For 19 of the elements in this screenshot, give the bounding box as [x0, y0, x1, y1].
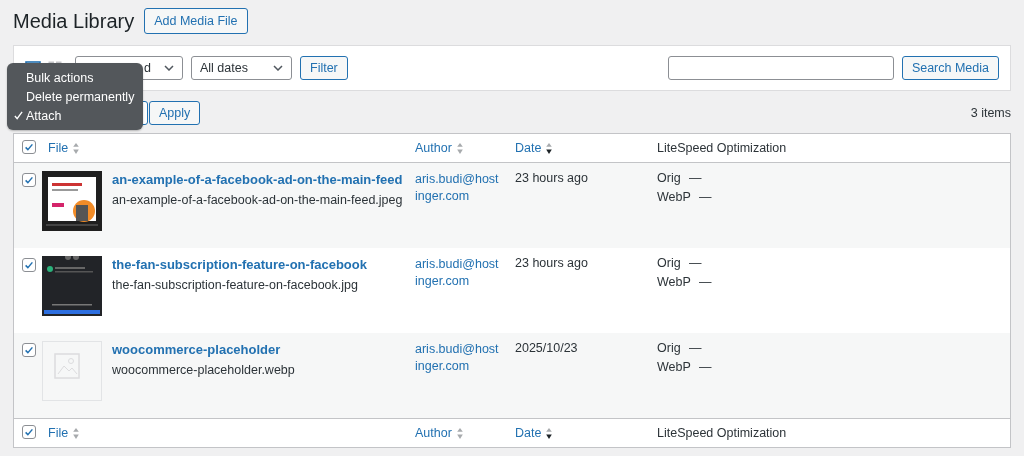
optimization-status: WebP —	[657, 275, 712, 289]
file-name: an-example-of-a-facebook-ad-on-the-main-feed.jpeg	[112, 193, 403, 207]
date-text: 23 hours ago	[515, 171, 588, 185]
optimization-status: Orig —	[657, 341, 702, 355]
menu-item-label: Delete permanently	[26, 89, 135, 104]
date-text: 23 hours ago	[515, 256, 588, 270]
file-name: woocommerce-placeholder.webp	[112, 363, 295, 377]
optimization-status: WebP —	[657, 190, 712, 204]
menu-item-label: Attach	[26, 108, 62, 123]
file-name: the-fan-subscription-feature-on-facebook.jpg	[112, 278, 359, 292]
column-header: LiteSpeed Optimization	[657, 426, 787, 440]
menu-item-label: Bulk actions	[26, 70, 94, 85]
date-text: 2025/10/23	[515, 341, 578, 355]
optimization-status: Orig —	[657, 256, 702, 270]
optimization-status: Orig —	[657, 171, 702, 185]
optimization-status: WebP —	[657, 360, 712, 374]
item-count: 3 items	[970, 106, 1011, 120]
page-title: Media Library	[13, 9, 135, 33]
column-header: LiteSpeed Optimization	[657, 141, 787, 155]
